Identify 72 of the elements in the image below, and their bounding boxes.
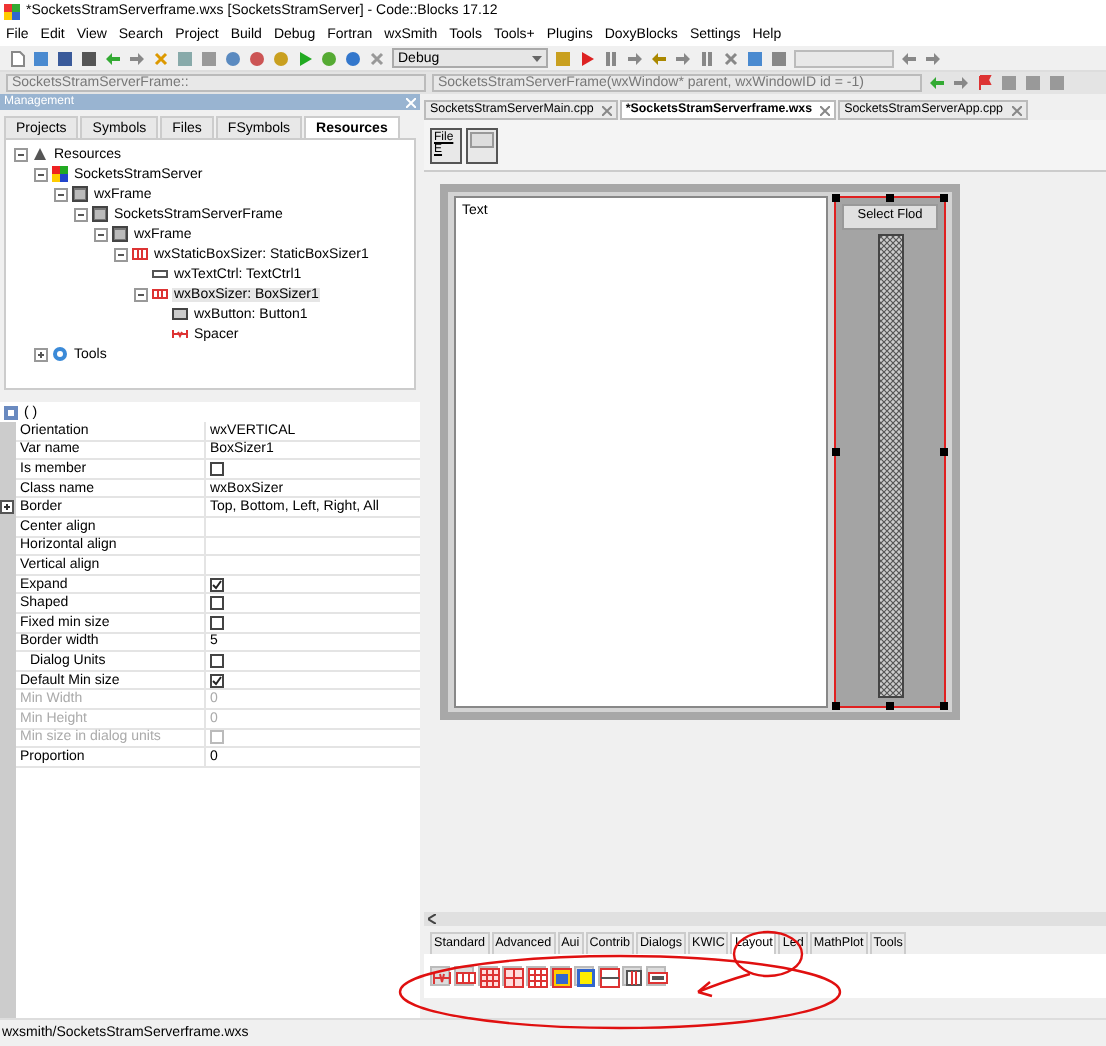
build-run-icon[interactable] xyxy=(320,49,338,67)
text-control-icon xyxy=(152,266,168,282)
checkbox[interactable] xyxy=(210,596,224,611)
sizer-tool-icon[interactable] xyxy=(624,968,644,988)
expand-icon[interactable] xyxy=(0,500,14,515)
checkbox[interactable] xyxy=(210,577,224,592)
step-icon[interactable] xyxy=(602,49,620,67)
checkbox[interactable] xyxy=(210,461,224,476)
selection-handle[interactable] xyxy=(832,194,840,202)
undo-icon[interactable] xyxy=(104,49,122,67)
next-icon[interactable] xyxy=(674,49,692,67)
target-icon[interactable] xyxy=(554,49,572,67)
save-all-icon[interactable] xyxy=(80,49,98,67)
grid-sizer-tool-icon[interactable] xyxy=(528,968,548,988)
collapse-icon[interactable] xyxy=(54,187,68,201)
toolbar-button[interactable] xyxy=(466,128,498,164)
cut-icon[interactable] xyxy=(152,49,170,67)
selection-handle[interactable] xyxy=(832,702,840,710)
app-logo-icon xyxy=(4,3,20,19)
flag-icon[interactable] xyxy=(976,74,994,92)
close-icon[interactable] xyxy=(601,105,612,115)
resources-icon xyxy=(32,146,48,162)
collapse-icon[interactable] xyxy=(134,287,148,301)
gear-icon[interactable] xyxy=(272,49,290,67)
static-box-tool-icon[interactable] xyxy=(552,968,572,988)
paste-icon[interactable] xyxy=(200,49,218,67)
rebuild-icon[interactable] xyxy=(344,49,362,67)
selection-handle[interactable] xyxy=(886,194,894,202)
save-icon[interactable] xyxy=(56,49,74,67)
scroll-left-icon[interactable] xyxy=(428,914,436,924)
replace-icon[interactable] xyxy=(248,49,266,67)
selection-handle[interactable] xyxy=(940,702,948,710)
grid-sizer-tool-icon[interactable] xyxy=(504,968,524,988)
collapse-icon[interactable] xyxy=(34,167,48,181)
static-sizer-icon xyxy=(132,246,148,262)
collapse-icon[interactable] xyxy=(14,147,28,161)
stop-icon[interactable] xyxy=(722,49,740,67)
selection-handle[interactable] xyxy=(832,448,840,456)
close-icon[interactable] xyxy=(820,105,831,115)
close-icon[interactable] xyxy=(1011,105,1022,115)
step-out-icon[interactable] xyxy=(650,49,668,67)
tools-icon xyxy=(52,346,68,362)
box-sizer-icon xyxy=(152,286,168,302)
window-icon xyxy=(470,132,494,148)
search-icon[interactable] xyxy=(224,49,242,67)
selection-handle[interactable] xyxy=(940,448,948,456)
spacer-tool-icon[interactable] xyxy=(432,968,452,988)
stop-icon[interactable] xyxy=(368,49,386,67)
folder-icon[interactable] xyxy=(32,49,50,67)
redo-icon[interactable] xyxy=(128,49,146,67)
button-widget-icon xyxy=(172,306,188,322)
collapse-icon[interactable] xyxy=(74,207,88,221)
copy-icon[interactable] xyxy=(176,49,194,67)
search-field[interactable] xyxy=(794,49,894,67)
std-dialog-tool-icon[interactable] xyxy=(648,968,668,988)
panel-tool-icon[interactable] xyxy=(576,968,596,988)
step-into-icon[interactable] xyxy=(626,49,644,67)
grid-sizer-tool-icon[interactable] xyxy=(480,968,500,988)
divider-tool-icon[interactable] xyxy=(600,968,620,988)
checkbox[interactable] xyxy=(210,673,224,688)
project-icon xyxy=(52,166,68,182)
selection-handle[interactable] xyxy=(886,702,894,710)
expand-icon[interactable] xyxy=(34,347,48,361)
spacer-icon xyxy=(172,326,188,342)
collapse-icon[interactable] xyxy=(94,227,108,241)
checkbox[interactable] xyxy=(210,615,224,630)
collapse-icon[interactable] xyxy=(114,247,128,261)
selection-handle[interactable] xyxy=(940,194,948,202)
checkbox[interactable] xyxy=(210,653,224,668)
box-sizer-tool-icon[interactable] xyxy=(456,968,476,988)
pause-icon[interactable] xyxy=(698,49,716,67)
caret-icon xyxy=(532,55,542,61)
